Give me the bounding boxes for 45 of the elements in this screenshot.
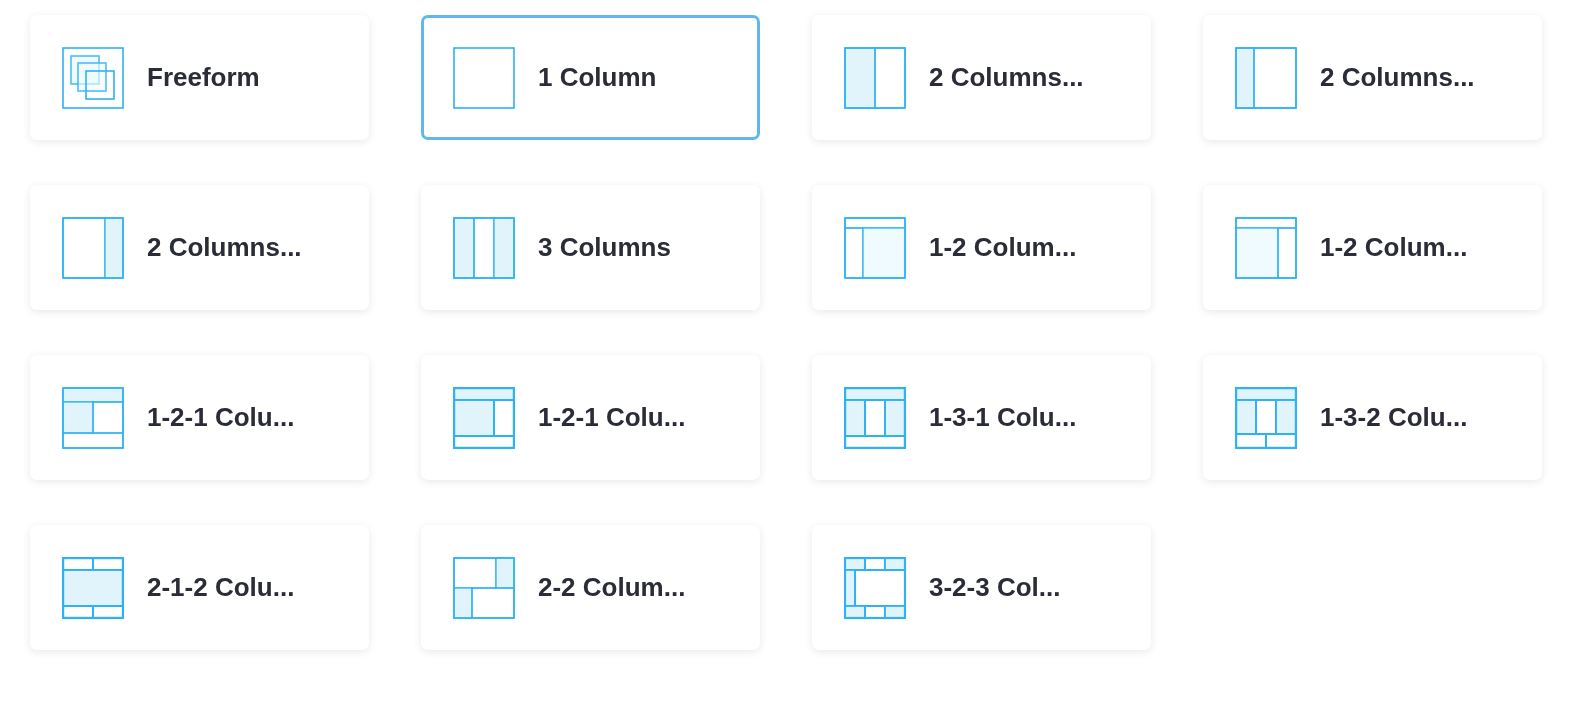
layout-grid-icon [62,556,124,619]
layout-option-card[interactable]: Freeform [30,15,369,140]
layout-label: 2-1-2 Colu... [147,572,295,603]
layout-label: 1-3-1 Colu... [929,402,1077,433]
layout-grid-icon [453,46,515,109]
layout-grid-icon [62,216,124,279]
layout-grid-icon [844,556,906,619]
layout-grid-icon [453,386,515,449]
layout-option-card[interactable]: 1-3-1 Colu... [812,355,1151,480]
layout-option-card[interactable]: 1-2 Colum... [812,185,1151,310]
layout-grid-icon [62,386,124,449]
layout-option-card[interactable]: 3-2-3 Col... [812,525,1151,650]
layout-option-card[interactable]: 3 Columns [421,185,760,310]
layout-grid-icon [453,556,515,619]
layout-option-card[interactable]: 2 Columns... [30,185,369,310]
layout-grid-icon [1235,46,1297,109]
layout-label: 1 Column [538,62,657,93]
layout-option-card[interactable]: 2 Columns... [812,15,1151,140]
layout-label: Freeform [147,62,260,93]
layout-option-card[interactable]: 1-2 Colum... [1203,185,1542,310]
layout-grid-icon [844,216,906,279]
layout-option-card[interactable]: 2-1-2 Colu... [30,525,369,650]
layout-label: 1-2 Colum... [929,232,1077,263]
layout-option-card[interactable]: 1-3-2 Colu... [1203,355,1542,480]
overlapping-squares-icon [62,46,124,109]
layout-label: 1-2 Colum... [1320,232,1468,263]
layout-option-card[interactable]: 2 Columns... [1203,15,1542,140]
layout-label: 2 Columns... [1320,62,1475,93]
layout-grid-icon [844,46,906,109]
layout-label: 2 Columns... [929,62,1084,93]
layout-grid-icon [453,216,515,279]
layout-label: 3-2-3 Col... [929,572,1061,603]
layout-grid-icon [844,386,906,449]
layout-option-card[interactable]: 1-2-1 Colu... [30,355,369,480]
layout-label: 2 Columns... [147,232,302,263]
layout-grid-icon [1235,216,1297,279]
layout-label: 3 Columns [538,232,671,263]
layout-grid-icon [1235,386,1297,449]
layout-option-card[interactable]: 1 Column [421,15,760,140]
layout-option-card[interactable]: 1-2-1 Colu... [421,355,760,480]
layout-option-card[interactable]: 2-2 Colum... [421,525,760,650]
layout-label: 1-2-1 Colu... [538,402,686,433]
layout-label: 2-2 Colum... [538,572,686,603]
layout-label: 1-2-1 Colu... [147,402,295,433]
layout-label: 1-3-2 Colu... [1320,402,1468,433]
